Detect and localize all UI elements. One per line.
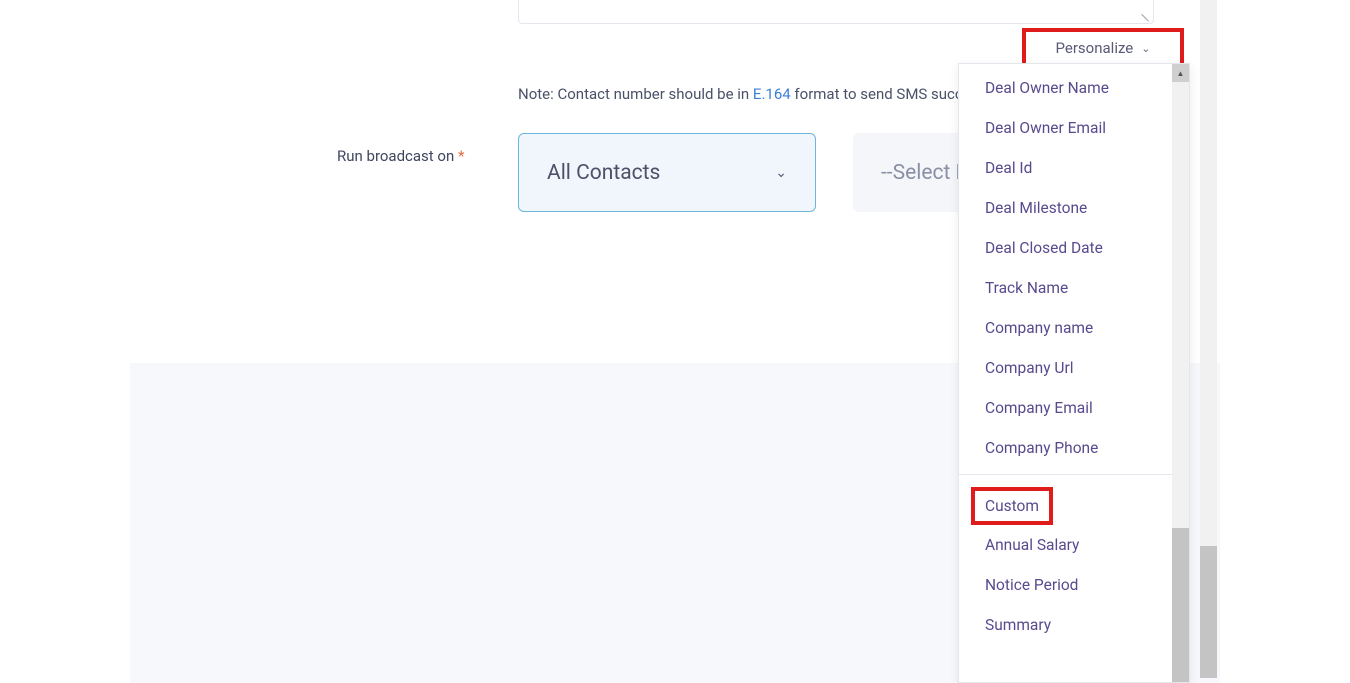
e164-link[interactable]: E.164	[753, 85, 791, 103]
dd-item-company-name[interactable]: Company name	[959, 308, 1189, 348]
chevron-down-icon: ⌄	[1141, 42, 1150, 55]
scroll-up-icon[interactable]: ▲	[1172, 64, 1189, 82]
dd-item-deal-owner-name[interactable]: Deal Owner Name	[959, 68, 1189, 108]
run-broadcast-label: Run broadcast on *	[337, 147, 464, 165]
dd-item-notice-period[interactable]: Notice Period	[959, 565, 1189, 605]
dd-item-company-email[interactable]: Company Email	[959, 388, 1189, 428]
dd-item-summary[interactable]: Summary	[959, 605, 1189, 645]
dd-item-company-url[interactable]: Company Url	[959, 348, 1189, 388]
dd-item-deal-owner-email[interactable]: Deal Owner Email	[959, 108, 1189, 148]
page-scrollbar-thumb[interactable]	[1200, 546, 1217, 678]
dd-item-company-phone[interactable]: Company Phone	[959, 428, 1189, 468]
dd-item-annual-salary[interactable]: Annual Salary	[959, 525, 1189, 565]
dd-item-track-name[interactable]: Track Name	[959, 268, 1189, 308]
dd-section-divider: Custom	[959, 474, 1189, 525]
chevron-down-icon: ⌄	[775, 165, 787, 181]
note-prefix: Note: Contact number should be in	[518, 85, 753, 103]
personalize-button[interactable]: Personalize ⌄	[1022, 28, 1184, 68]
message-textarea[interactable]	[518, 0, 1154, 24]
personalize-dropdown: ▲ Deal Owner Name Deal Owner Email Deal …	[958, 63, 1190, 683]
note-text: Note: Contact number should be in E.164 …	[518, 85, 1017, 103]
required-asterisk: *	[458, 147, 464, 165]
contacts-select-value: All Contacts	[547, 161, 660, 185]
personalize-label: Personalize	[1056, 39, 1134, 57]
resize-icon	[1139, 11, 1149, 21]
run-broadcast-text: Run broadcast on	[337, 147, 458, 165]
dd-item-deal-milestone[interactable]: Deal Milestone	[959, 188, 1189, 228]
contacts-select[interactable]: All Contacts ⌄	[518, 133, 816, 212]
dropdown-scrollbar-thumb[interactable]	[1172, 528, 1189, 683]
dd-item-deal-id[interactable]: Deal Id	[959, 148, 1189, 188]
dd-section-custom[interactable]: Custom	[971, 487, 1053, 525]
dd-item-deal-closed-date[interactable]: Deal Closed Date	[959, 228, 1189, 268]
